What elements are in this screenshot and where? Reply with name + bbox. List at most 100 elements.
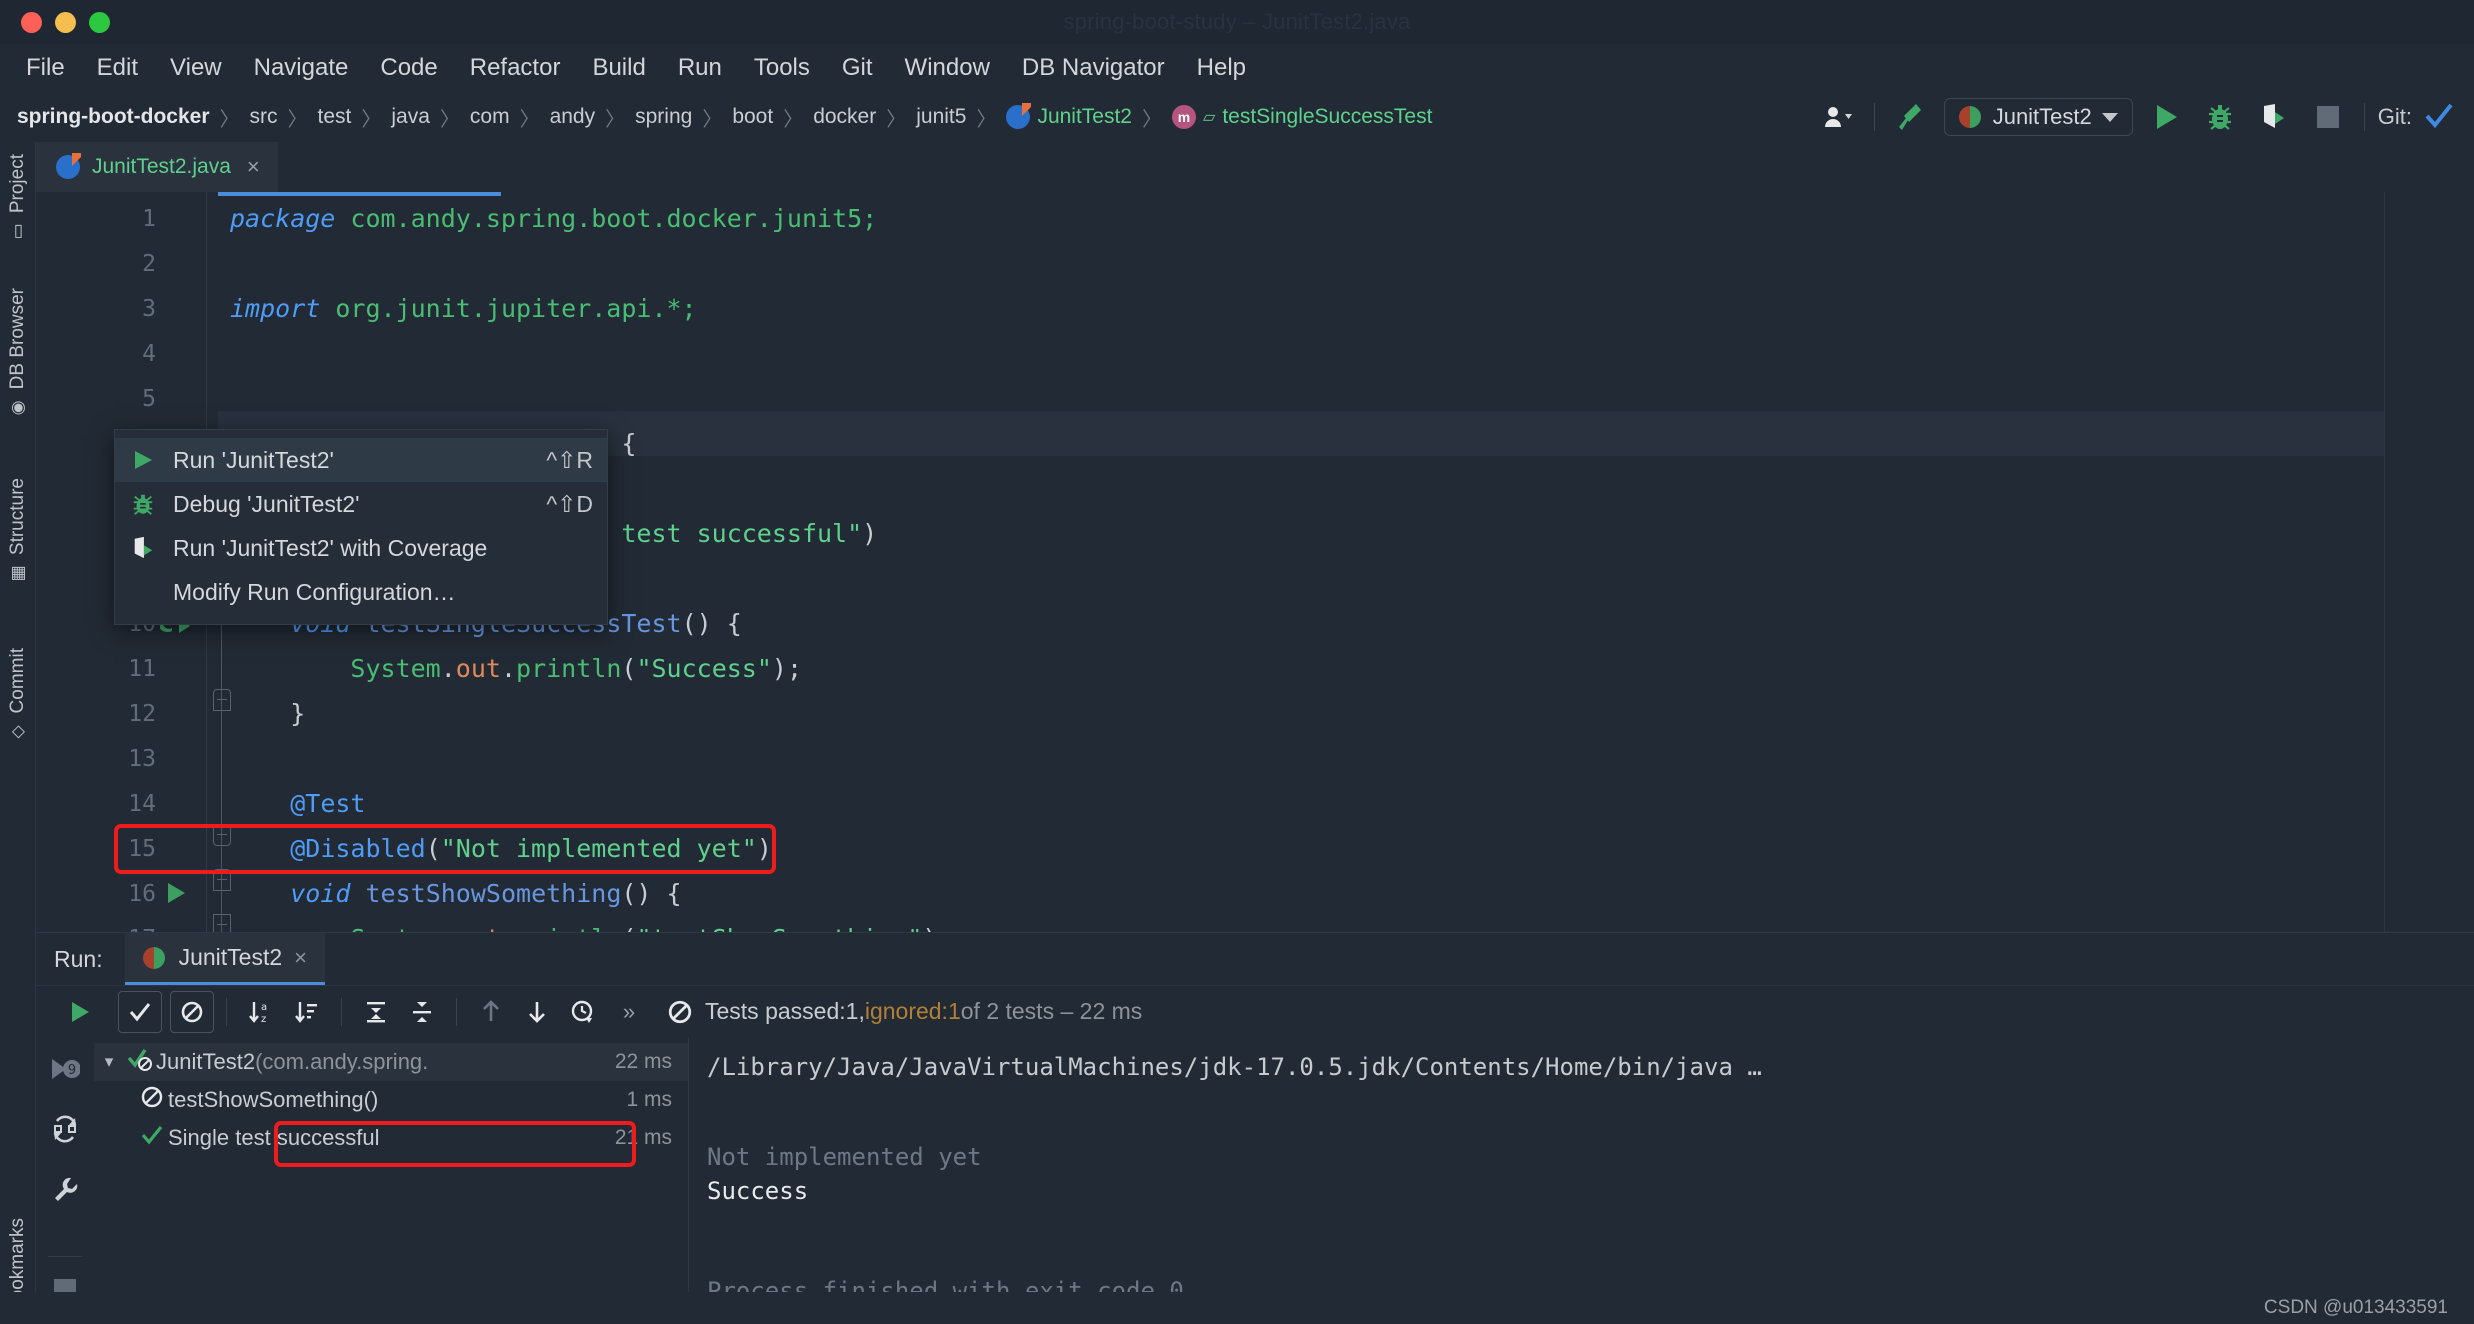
previous-failed-test-button[interactable] — [469, 991, 513, 1033]
menu-refactor[interactable]: Refactor — [454, 51, 577, 85]
tree-node-label: testShowSomething() — [168, 1087, 379, 1112]
run-window-title: Run: — [54, 945, 103, 972]
menu-tools[interactable]: Tools — [738, 51, 826, 85]
gutter-line: 5 — [142, 385, 156, 412]
menu-item-run[interactable]: Run 'JunitTest2' ^⇧R — [115, 438, 607, 482]
code-line-11: System. out. println("Success"); — [350, 654, 803, 683]
toolbar-divider — [2363, 103, 2365, 131]
run-button[interactable] — [2139, 95, 2193, 139]
run-configuration-name: JunitTest2 — [1992, 104, 2092, 129]
breadcrumb-item-src[interactable]: src — [247, 105, 281, 129]
menu-git[interactable]: Git — [826, 51, 889, 85]
menu-view[interactable]: View — [154, 51, 238, 85]
tests-passed-label: Tests passed: — [705, 998, 846, 1024]
menu-code[interactable]: Code — [364, 51, 453, 85]
breadcrumb-item-java[interactable]: java — [388, 105, 433, 129]
sidebar-item-project[interactable]: ▯ Project — [0, 148, 36, 248]
show-ignored-toggle[interactable] — [170, 990, 214, 1033]
breadcrumb-separator-icon: 〉 — [605, 108, 626, 131]
commit-icon: ◇ — [8, 722, 28, 743]
breadcrumb-item-andy[interactable]: andy — [547, 105, 599, 129]
breadcrumb-item-boot[interactable]: boot — [729, 105, 776, 129]
git-update-button[interactable] — [2412, 95, 2466, 139]
run-test-gutter-icon[interactable] — [168, 883, 185, 903]
run-configuration-selector[interactable]: JunitTest2 — [1943, 98, 2133, 136]
toggle-auto-test-button[interactable] — [50, 1114, 80, 1151]
test-history-button[interactable] — [561, 991, 605, 1033]
expand-all-button[interactable] — [354, 991, 398, 1033]
stop-icon — [2316, 106, 2339, 128]
gutter-line: 3 — [142, 295, 156, 322]
editor-tab-junittest2[interactable]: JunitTest2.java × — [36, 142, 278, 192]
collapse-all-button[interactable] — [400, 991, 444, 1033]
editor-tab-label: JunitTest2.java — [92, 155, 231, 178]
build-button[interactable] — [1884, 95, 1938, 139]
menu-file[interactable]: File — [10, 51, 81, 85]
sidebar-item-structure[interactable]: ▦ Structure — [0, 472, 36, 590]
rerun-failed-tests-button[interactable]: 9 — [50, 1055, 81, 1090]
breadcrumb-item-spring[interactable]: spring — [632, 105, 695, 129]
test-results-tree[interactable]: ▾ JunitTest2 (com.andy.spring. 22 ms tes… — [94, 1037, 689, 1292]
package-private-icon: ▱ — [1203, 109, 1216, 126]
status-bar: CSDN @u013433591 — [0, 1292, 2474, 1324]
menu-build[interactable]: Build — [576, 51, 661, 85]
navigation-bar: spring-boot-docker 〉 src 〉 test 〉 java 〉… — [0, 92, 2474, 142]
menu-edit[interactable]: Edit — [81, 51, 154, 85]
breadcrumb-separator-icon: 〉 — [439, 108, 460, 131]
code-line-12: } — [230, 699, 306, 728]
tree-node-test-ignored[interactable]: testShowSomething() 1 ms — [94, 1081, 688, 1119]
debug-button[interactable] — [2193, 95, 2247, 139]
sidebar-item-label: DB Browser — [7, 288, 28, 390]
menu-help[interactable]: Help — [1181, 51, 1262, 85]
breadcrumb-item-com[interactable]: com — [467, 105, 513, 129]
breadcrumb-item-test[interactable]: test — [315, 105, 355, 129]
run-with-coverage-button[interactable] — [2247, 95, 2301, 139]
gutter-line: 2 — [142, 250, 156, 277]
menu-navigate[interactable]: Navigate — [238, 51, 365, 85]
play-icon — [129, 448, 157, 472]
menu-bar: File Edit View Navigate Code Refactor Bu… — [0, 44, 2474, 92]
menu-item-shortcut: ^⇧D — [546, 490, 593, 517]
menu-item-debug[interactable]: Debug 'JunitTest2' ^⇧D — [115, 482, 607, 526]
breadcrumb-item-project[interactable]: spring-boot-docker — [14, 105, 213, 129]
close-icon[interactable]: × — [247, 154, 260, 180]
menu-run[interactable]: Run — [662, 51, 738, 85]
breadcrumb-method-label: testSingleSuccessTest — [1222, 105, 1433, 128]
sidebar-item-commit[interactable]: ◇ Commit — [0, 642, 36, 748]
show-passed-toggle[interactable] — [118, 990, 162, 1033]
console-output[interactable]: /Library/Java/JavaVirtualMachines/jdk-17… — [689, 1037, 2474, 1305]
breadcrumb-item-docker[interactable]: docker — [810, 105, 879, 129]
next-failed-test-button[interactable] — [515, 991, 559, 1033]
tree-node-class[interactable]: ▾ JunitTest2 (com.andy.spring. 22 ms — [94, 1043, 688, 1081]
tests-ignored-count: 1 — [947, 998, 961, 1024]
toolbar-divider — [456, 997, 457, 1026]
menu-item-modify-run-configuration[interactable]: Modify Run Configuration… — [115, 570, 607, 614]
more-options-button[interactable]: » — [607, 991, 651, 1033]
sort-by-duration-button[interactable] — [285, 991, 329, 1033]
breadcrumb-item-class[interactable]: JunitTest2 — [1003, 103, 1135, 129]
tree-node-test-passed[interactable]: Single test successful 21 ms — [94, 1119, 688, 1157]
rerun-button[interactable] — [58, 991, 102, 1033]
menu-window[interactable]: Window — [889, 51, 1006, 85]
java-class-icon — [1006, 103, 1032, 129]
sidebar-item-db-browser[interactable]: ◉ DB Browser — [0, 282, 36, 424]
menu-db-navigator[interactable]: DB Navigator — [1006, 51, 1181, 85]
sort-alphabetically-button[interactable]: a z — [239, 991, 283, 1033]
close-icon[interactable]: × — [294, 945, 307, 971]
stop-button[interactable] — [2301, 95, 2355, 139]
settings-button[interactable] — [50, 1175, 80, 1212]
editor-scrollbar[interactable] — [2384, 192, 2474, 932]
menu-item-run-with-coverage[interactable]: Run 'JunitTest2' with Coverage — [115, 526, 607, 570]
chevron-down-icon[interactable]: ▾ — [94, 1052, 124, 1072]
breadcrumb-item-method[interactable]: m ▱ testSingleSuccessTest — [1169, 105, 1435, 129]
run-context-menu[interactable]: Run 'JunitTest2' ^⇧R Debug 'JunitTest2' … — [114, 429, 608, 625]
breadcrumb-item-junit5[interactable]: junit5 — [913, 105, 969, 129]
run-tab-junittest2[interactable]: JunitTest2 × — [124, 933, 326, 985]
menu-item-label: Run 'JunitTest2' with Coverage — [173, 534, 488, 561]
chevron-right-double-icon: » — [622, 998, 636, 1024]
account-button[interactable] — [1811, 95, 1865, 139]
breadcrumb-separator-icon: 〉 — [287, 108, 308, 131]
gutter-line: 15 — [128, 835, 156, 862]
console-line-command: /Library/Java/JavaVirtualMachines/jdk-17… — [707, 1053, 1762, 1081]
code-line-17: System.out.println("testShowSomething"); — [230, 916, 952, 932]
